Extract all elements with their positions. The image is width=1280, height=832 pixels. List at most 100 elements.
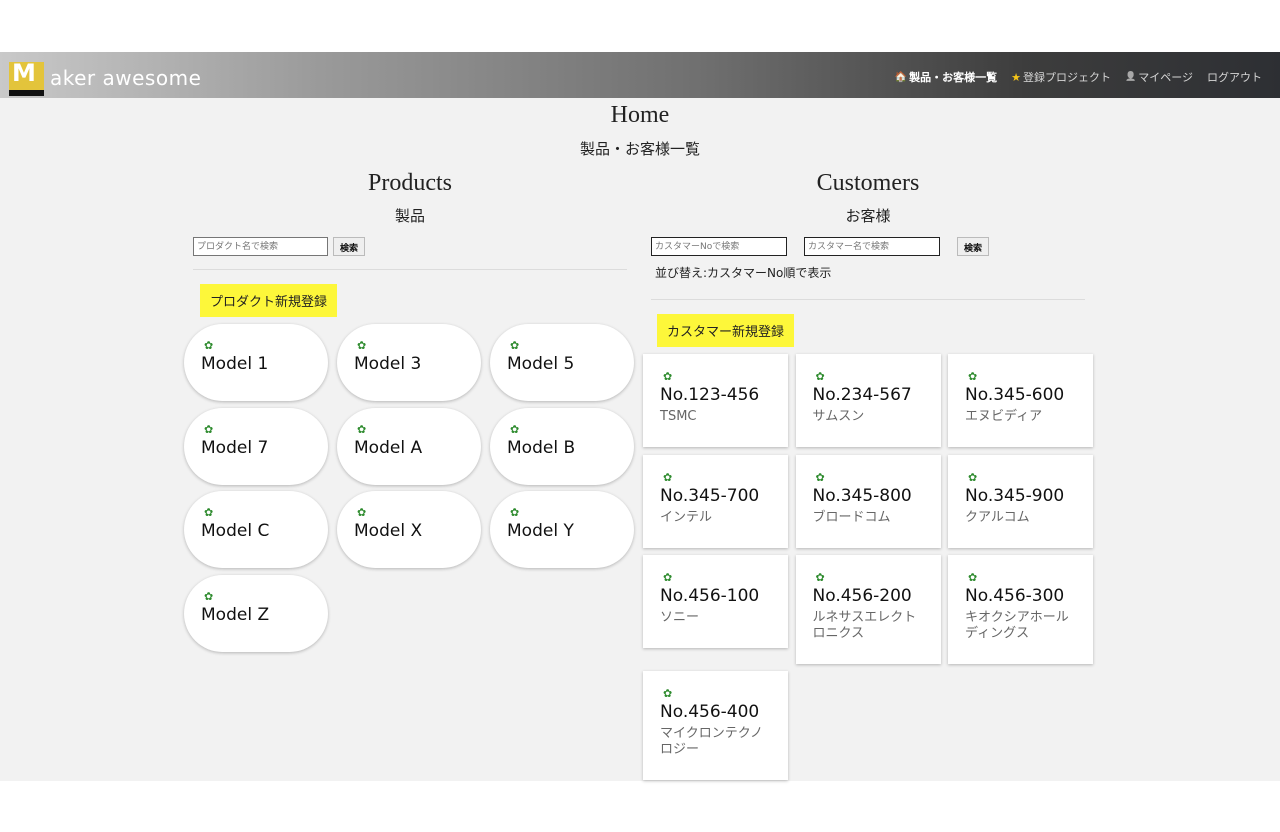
nav-item-mypage[interactable]: 👤 マイページ	[1125, 69, 1193, 85]
product-name: Model 3	[354, 354, 422, 374]
product-name: Model 7	[201, 437, 269, 458]
gear-icon: ✿	[663, 370, 673, 383]
product-name: Model X	[354, 521, 423, 542]
customers-subtitle: お客様	[845, 207, 891, 225]
customer-number: No.456-400	[660, 702, 760, 722]
nav-item-logout[interactable]: ログアウト	[1207, 69, 1262, 85]
gear-icon: ✿	[663, 687, 673, 700]
products-subtitle: 製品	[394, 207, 425, 225]
gear-icon: ✿	[510, 422, 520, 436]
product-card[interactable]: ✿ Model X	[337, 491, 481, 569]
product-name: Model B	[507, 437, 576, 458]
customer-name: サムスン	[812, 409, 865, 424]
product-card[interactable]: ✿ Model Z	[184, 575, 328, 653]
sort-label[interactable]: 並び替え:カスタマーNo順で表示	[655, 264, 831, 281]
gear-icon: ✿	[357, 506, 367, 520]
gear-icon: ✿	[815, 471, 825, 484]
customer-number: No.345-900	[965, 486, 1065, 506]
products-title: Products	[368, 170, 452, 196]
customer-name: マイクロンテクノロジー	[660, 726, 763, 757]
nav-item-label: 製品・お客様一覧	[909, 71, 998, 84]
customer-card[interactable]: ✿ No.456-200 ルネサスエレクトロニクス	[795, 555, 941, 664]
customer-card[interactable]: ✿ No.234-567 サムスン	[795, 354, 941, 447]
customer-number: No.234-567	[812, 385, 912, 405]
page-subtitle: 製品・お客様一覧	[579, 140, 700, 158]
customer-card[interactable]: ✿ No.456-100 ソニー	[643, 555, 788, 648]
gear-icon: ✿	[204, 422, 214, 436]
customer-card[interactable]: ✿ No.345-900 クアルコム	[948, 455, 1093, 548]
customer-name: インテル	[660, 510, 713, 525]
customer-card[interactable]: ✿ No.123-456 TSMC	[643, 354, 788, 447]
customer-search-button[interactable]: 検索	[957, 237, 990, 256]
gear-icon: ✿	[204, 590, 214, 604]
nav-item-label: 登録プロジェクト	[1023, 71, 1111, 84]
gear-icon: ✿	[357, 422, 367, 436]
gear-icon: ✿	[968, 370, 978, 383]
product-card[interactable]: ✿ Model 5	[490, 324, 634, 401]
customer-name: クアルコム	[965, 510, 1030, 525]
customer-number: No.345-800	[812, 486, 912, 506]
add-customer-button[interactable]: カスタマー新規登録	[657, 314, 795, 347]
gear-icon: ✿	[968, 471, 978, 484]
nav-item-label: マイページ	[1138, 71, 1193, 84]
nav-item-projects[interactable]: ★ 登録プロジェクト	[1011, 69, 1111, 85]
product-search-input[interactable]	[193, 237, 328, 256]
customer-no-search-input[interactable]	[651, 237, 787, 256]
product-search-button[interactable]: 検索	[333, 237, 366, 256]
divider	[651, 299, 1085, 300]
customer-number: No.345-600	[965, 385, 1065, 405]
gear-icon: ✿	[968, 571, 978, 584]
logo-text[interactable]: aker awesome	[50, 66, 201, 90]
product-name: Model A	[354, 437, 423, 458]
customer-name: ソニー	[660, 610, 700, 625]
customer-name: ブロードコム	[812, 510, 891, 525]
customer-card[interactable]: ✿ No.345-800 ブロードコム	[795, 455, 941, 548]
gear-icon: ✿	[663, 571, 673, 584]
logo-icon[interactable]: M	[9, 59, 44, 96]
logo-underline	[9, 90, 44, 96]
customer-card[interactable]: ✿ No.456-400 マイクロンテクノロジー	[643, 671, 788, 780]
nav-item-products-customers[interactable]: 🏠 製品・お客様一覧	[895, 69, 997, 85]
home-icon: 🏠	[894, 71, 908, 83]
product-name: Model C	[201, 521, 270, 542]
nav-menu: 🏠 製品・お客様一覧 ★ 登録プロジェクト 👤 マイページ ログアウト	[895, 69, 1262, 85]
gear-icon: ✿	[510, 506, 520, 520]
divider	[193, 269, 627, 270]
product-card[interactable]: ✿ Model Y	[490, 491, 634, 569]
product-card[interactable]: ✿ Model C	[184, 491, 328, 569]
customer-number: No.456-100	[660, 586, 760, 606]
product-name: Model Y	[507, 521, 574, 542]
user-icon: 👤	[1125, 72, 1137, 82]
product-name: Model 1	[201, 354, 269, 374]
product-card[interactable]: ✿ Model 1	[184, 324, 328, 401]
product-card[interactable]: ✿ Model 3	[337, 324, 481, 401]
gear-icon: ✿	[663, 471, 673, 484]
customers-title: Customers	[816, 170, 920, 196]
customer-name-search-input[interactable]	[804, 237, 940, 256]
top-navbar: M aker awesome 🏠 製品・お客様一覧 ★ 登録プロジェクト 👤 マ…	[0, 52, 1280, 98]
customer-card[interactable]: ✿ No.345-600 エヌビディア	[948, 354, 1093, 447]
customer-name: TSMC	[660, 409, 697, 424]
customer-number: No.345-700	[660, 486, 760, 506]
product-name: Model 5	[507, 354, 575, 374]
customer-card[interactable]: ✿ No.456-300 キオクシアホールディングス	[948, 555, 1093, 664]
star-icon: ★	[1011, 70, 1021, 84]
customer-name: エヌビディア	[965, 409, 1043, 424]
gear-icon: ✿	[204, 506, 214, 520]
gear-icon: ✿	[815, 571, 825, 584]
product-card[interactable]: ✿ Model 7	[184, 407, 328, 485]
main-content: Home 製品・お客様一覧 Products 製品 検索 プロダクト新規登録 ✿…	[0, 98, 1280, 781]
page-title: Home	[610, 102, 670, 128]
product-card[interactable]: ✿ Model B	[490, 407, 634, 485]
customer-number: No.456-300	[965, 586, 1065, 606]
gear-icon: ✿	[510, 339, 520, 352]
add-product-button[interactable]: プロダクト新規登録	[200, 284, 338, 317]
nav-item-label: ログアウト	[1207, 71, 1262, 84]
product-name: Model Z	[201, 605, 270, 626]
gear-icon: ✿	[357, 339, 367, 352]
customer-number: No.456-200	[812, 586, 912, 606]
customer-number: No.123-456	[660, 385, 760, 405]
customer-name: ルネサスエレクトロニクス	[812, 610, 917, 641]
product-card[interactable]: ✿ Model A	[337, 407, 481, 485]
customer-card[interactable]: ✿ No.345-700 インテル	[643, 455, 788, 548]
